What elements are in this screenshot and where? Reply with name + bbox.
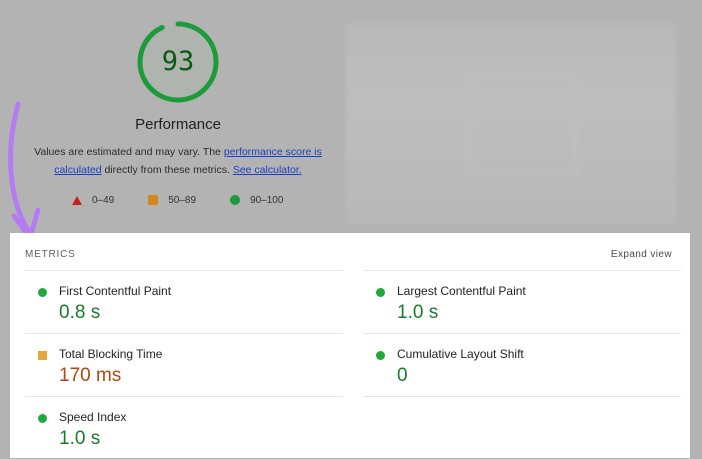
metric-total-blocking-time: Total Blocking Time 170 ms xyxy=(25,333,343,396)
arrow-annotation-icon xyxy=(8,101,41,241)
red-triangle-icon xyxy=(72,195,82,205)
performance-score-gauge: 93 xyxy=(136,20,220,104)
metric-name: Speed Index xyxy=(59,410,127,424)
metric-value: 0.8 s xyxy=(59,302,101,323)
legend-item-average: 50–89 xyxy=(148,195,196,206)
description-text: Values are estimated and may vary. The xyxy=(34,146,224,158)
legend-item-pass: 90–100 xyxy=(230,195,283,206)
metric-value: 170 ms xyxy=(59,365,122,386)
see-calculator-link[interactable]: See calculator. xyxy=(233,164,302,176)
metric-name: First Contentful Paint xyxy=(59,284,172,298)
green-circle-icon xyxy=(376,351,385,360)
legend-range-label: 0–49 xyxy=(92,194,115,206)
metric-name: Cumulative Layout Shift xyxy=(397,347,524,361)
metrics-column-right: Largest Contentful Paint 1.0 s Cumulativ… xyxy=(363,270,681,459)
score-value: 93 xyxy=(161,46,195,77)
legend-item-fail: 0–49 xyxy=(72,195,114,206)
metric-largest-contentful-paint: Largest Contentful Paint 1.0 s xyxy=(363,270,681,333)
score-description: Values are estimated and may vary. The p… xyxy=(30,143,326,179)
expand-view-button[interactable]: Expand view xyxy=(611,249,672,260)
metric-name: Total Blocking Time xyxy=(59,347,163,361)
thumbnail-frame xyxy=(466,74,578,176)
metric-value: 1.0 s xyxy=(59,428,101,449)
metric-speed-index: Speed Index 1.0 s xyxy=(25,396,343,459)
metrics-header: METRICS xyxy=(25,249,76,260)
page-screenshot-thumbnail xyxy=(346,24,676,224)
metrics-column-left: First Contentful Paint 0.8 s Total Block… xyxy=(25,270,343,459)
score-legend: 0–49 50–89 90–100 xyxy=(72,192,317,208)
green-circle-icon xyxy=(38,288,47,297)
metric-first-contentful-paint: First Contentful Paint 0.8 s xyxy=(25,270,343,333)
lighthouse-report: 93 Performance Values are estimated and … xyxy=(0,0,702,458)
metric-row-divider xyxy=(363,396,681,459)
orange-square-icon xyxy=(148,195,159,205)
legend-range-label: 90–100 xyxy=(250,194,284,206)
green-circle-icon xyxy=(38,414,47,423)
legend-range-label: 50–89 xyxy=(168,194,197,206)
description-text: directly from these metrics. xyxy=(101,164,233,176)
metric-value: 1.0 s xyxy=(397,302,439,323)
metric-value: 0 xyxy=(397,365,408,386)
metric-name: Largest Contentful Paint xyxy=(397,284,526,298)
metric-cumulative-layout-shift: Cumulative Layout Shift 0 xyxy=(363,333,681,396)
metrics-panel: METRICS Expand view First Contentful Pai… xyxy=(10,233,690,458)
green-circle-icon xyxy=(230,195,241,205)
green-circle-icon xyxy=(376,288,385,297)
orange-square-icon xyxy=(38,351,47,360)
gauge-title: Performance xyxy=(135,116,221,133)
